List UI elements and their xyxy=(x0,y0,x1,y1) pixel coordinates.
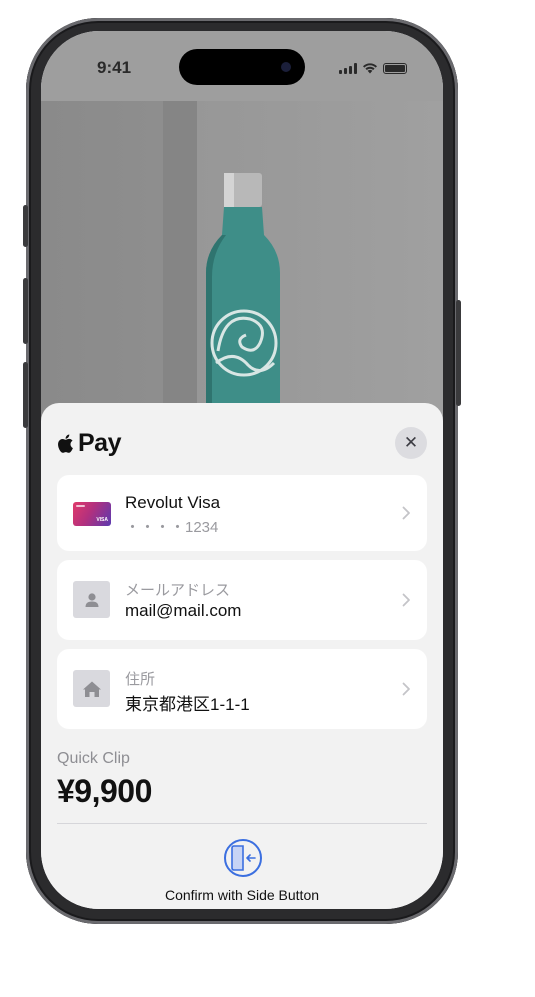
address-value: 東京都港区1-1-1 xyxy=(125,695,250,714)
screen: 9:41 Pay ✕ VISA Revolut Visa ・・・・1234 メー… xyxy=(41,31,443,909)
chevron-right-icon xyxy=(402,506,410,520)
email-label: メールアドレス xyxy=(125,582,231,599)
close-icon: ✕ xyxy=(403,433,419,452)
total-amount: ¥9,900 xyxy=(57,773,152,809)
card-name: Revolut Visa xyxy=(125,493,221,512)
volume-up-button xyxy=(23,278,28,344)
close-button[interactable]: ✕ xyxy=(395,427,427,459)
address-row[interactable]: 住所 東京都港区1-1-1 xyxy=(57,649,427,729)
action-button xyxy=(23,205,28,247)
apple-logo-icon xyxy=(58,434,73,453)
dynamic-island xyxy=(179,49,305,85)
wifi-icon xyxy=(363,63,377,74)
apple-pay-sheet: Pay ✕ VISA Revolut Visa ・・・・1234 メールアドレス xyxy=(41,403,443,909)
volume-down-button xyxy=(23,362,28,428)
person-icon xyxy=(73,581,110,618)
camera-preview xyxy=(41,101,443,423)
card-number: ・・・・1234 xyxy=(125,519,219,536)
status-icons xyxy=(339,62,407,74)
side-button-confirm-icon xyxy=(224,839,262,877)
wall-shadow xyxy=(163,101,197,421)
divider xyxy=(57,823,427,824)
confirm-instruction: Confirm with Side Button xyxy=(164,887,320,903)
status-time: 9:41 xyxy=(97,58,132,77)
apple-pay-logo: Pay xyxy=(57,429,121,458)
house-icon xyxy=(73,670,110,707)
address-label: 住所 xyxy=(125,671,156,688)
battery-icon xyxy=(383,62,407,74)
status-bar: 9:41 xyxy=(41,31,443,101)
front-camera-icon xyxy=(281,62,291,72)
email-value: mail@mail.com xyxy=(125,601,242,620)
payment-card-row[interactable]: VISA Revolut Visa ・・・・1234 xyxy=(57,475,427,551)
apple-pay-label: Pay xyxy=(78,429,121,457)
chevron-right-icon xyxy=(402,682,410,696)
revolut-card-icon: VISA xyxy=(73,502,111,526)
water-bottle-image xyxy=(206,173,280,423)
merchant-name: Quick Clip xyxy=(57,750,130,767)
cellular-signal-icon xyxy=(339,62,357,74)
email-row[interactable]: メールアドレス mail@mail.com xyxy=(57,560,427,640)
chevron-right-icon xyxy=(402,593,410,607)
side-button[interactable] xyxy=(456,300,461,406)
